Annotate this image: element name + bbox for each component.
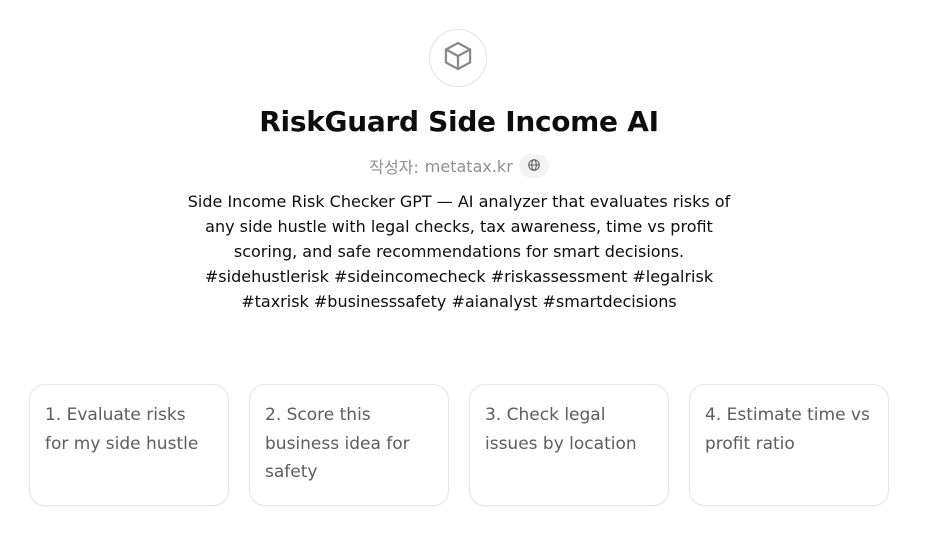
author-row: 작성자: metatax.kr — [0, 154, 918, 178]
author-name: metatax.kr — [424, 156, 513, 176]
starter-card[interactable]: 2. Score this business idea for safety — [249, 384, 449, 506]
author-label: 작성자: — [369, 158, 419, 177]
gpt-title: RiskGuard Side Income AI — [259, 105, 659, 138]
starter-card[interactable]: 4. Estimate time vs profit ratio — [689, 384, 889, 506]
starter-card[interactable]: 3. Check legal issues by location — [469, 384, 669, 506]
cube-icon — [441, 39, 475, 77]
gpt-description: Side Income Risk Checker GPT — AI analyz… — [187, 192, 731, 311]
starter-card[interactable]: 1. Evaluate risks for my side hustle — [29, 384, 229, 506]
author-website-button[interactable] — [518, 154, 549, 178]
gpt-avatar — [429, 29, 487, 87]
gpt-intro-page: RiskGuard Side Income AI 작성자: metatax.kr… — [0, 0, 930, 543]
globe-icon — [527, 157, 541, 176]
conversation-starters: 1. Evaluate risks for my side hustle 2. … — [29, 384, 889, 506]
